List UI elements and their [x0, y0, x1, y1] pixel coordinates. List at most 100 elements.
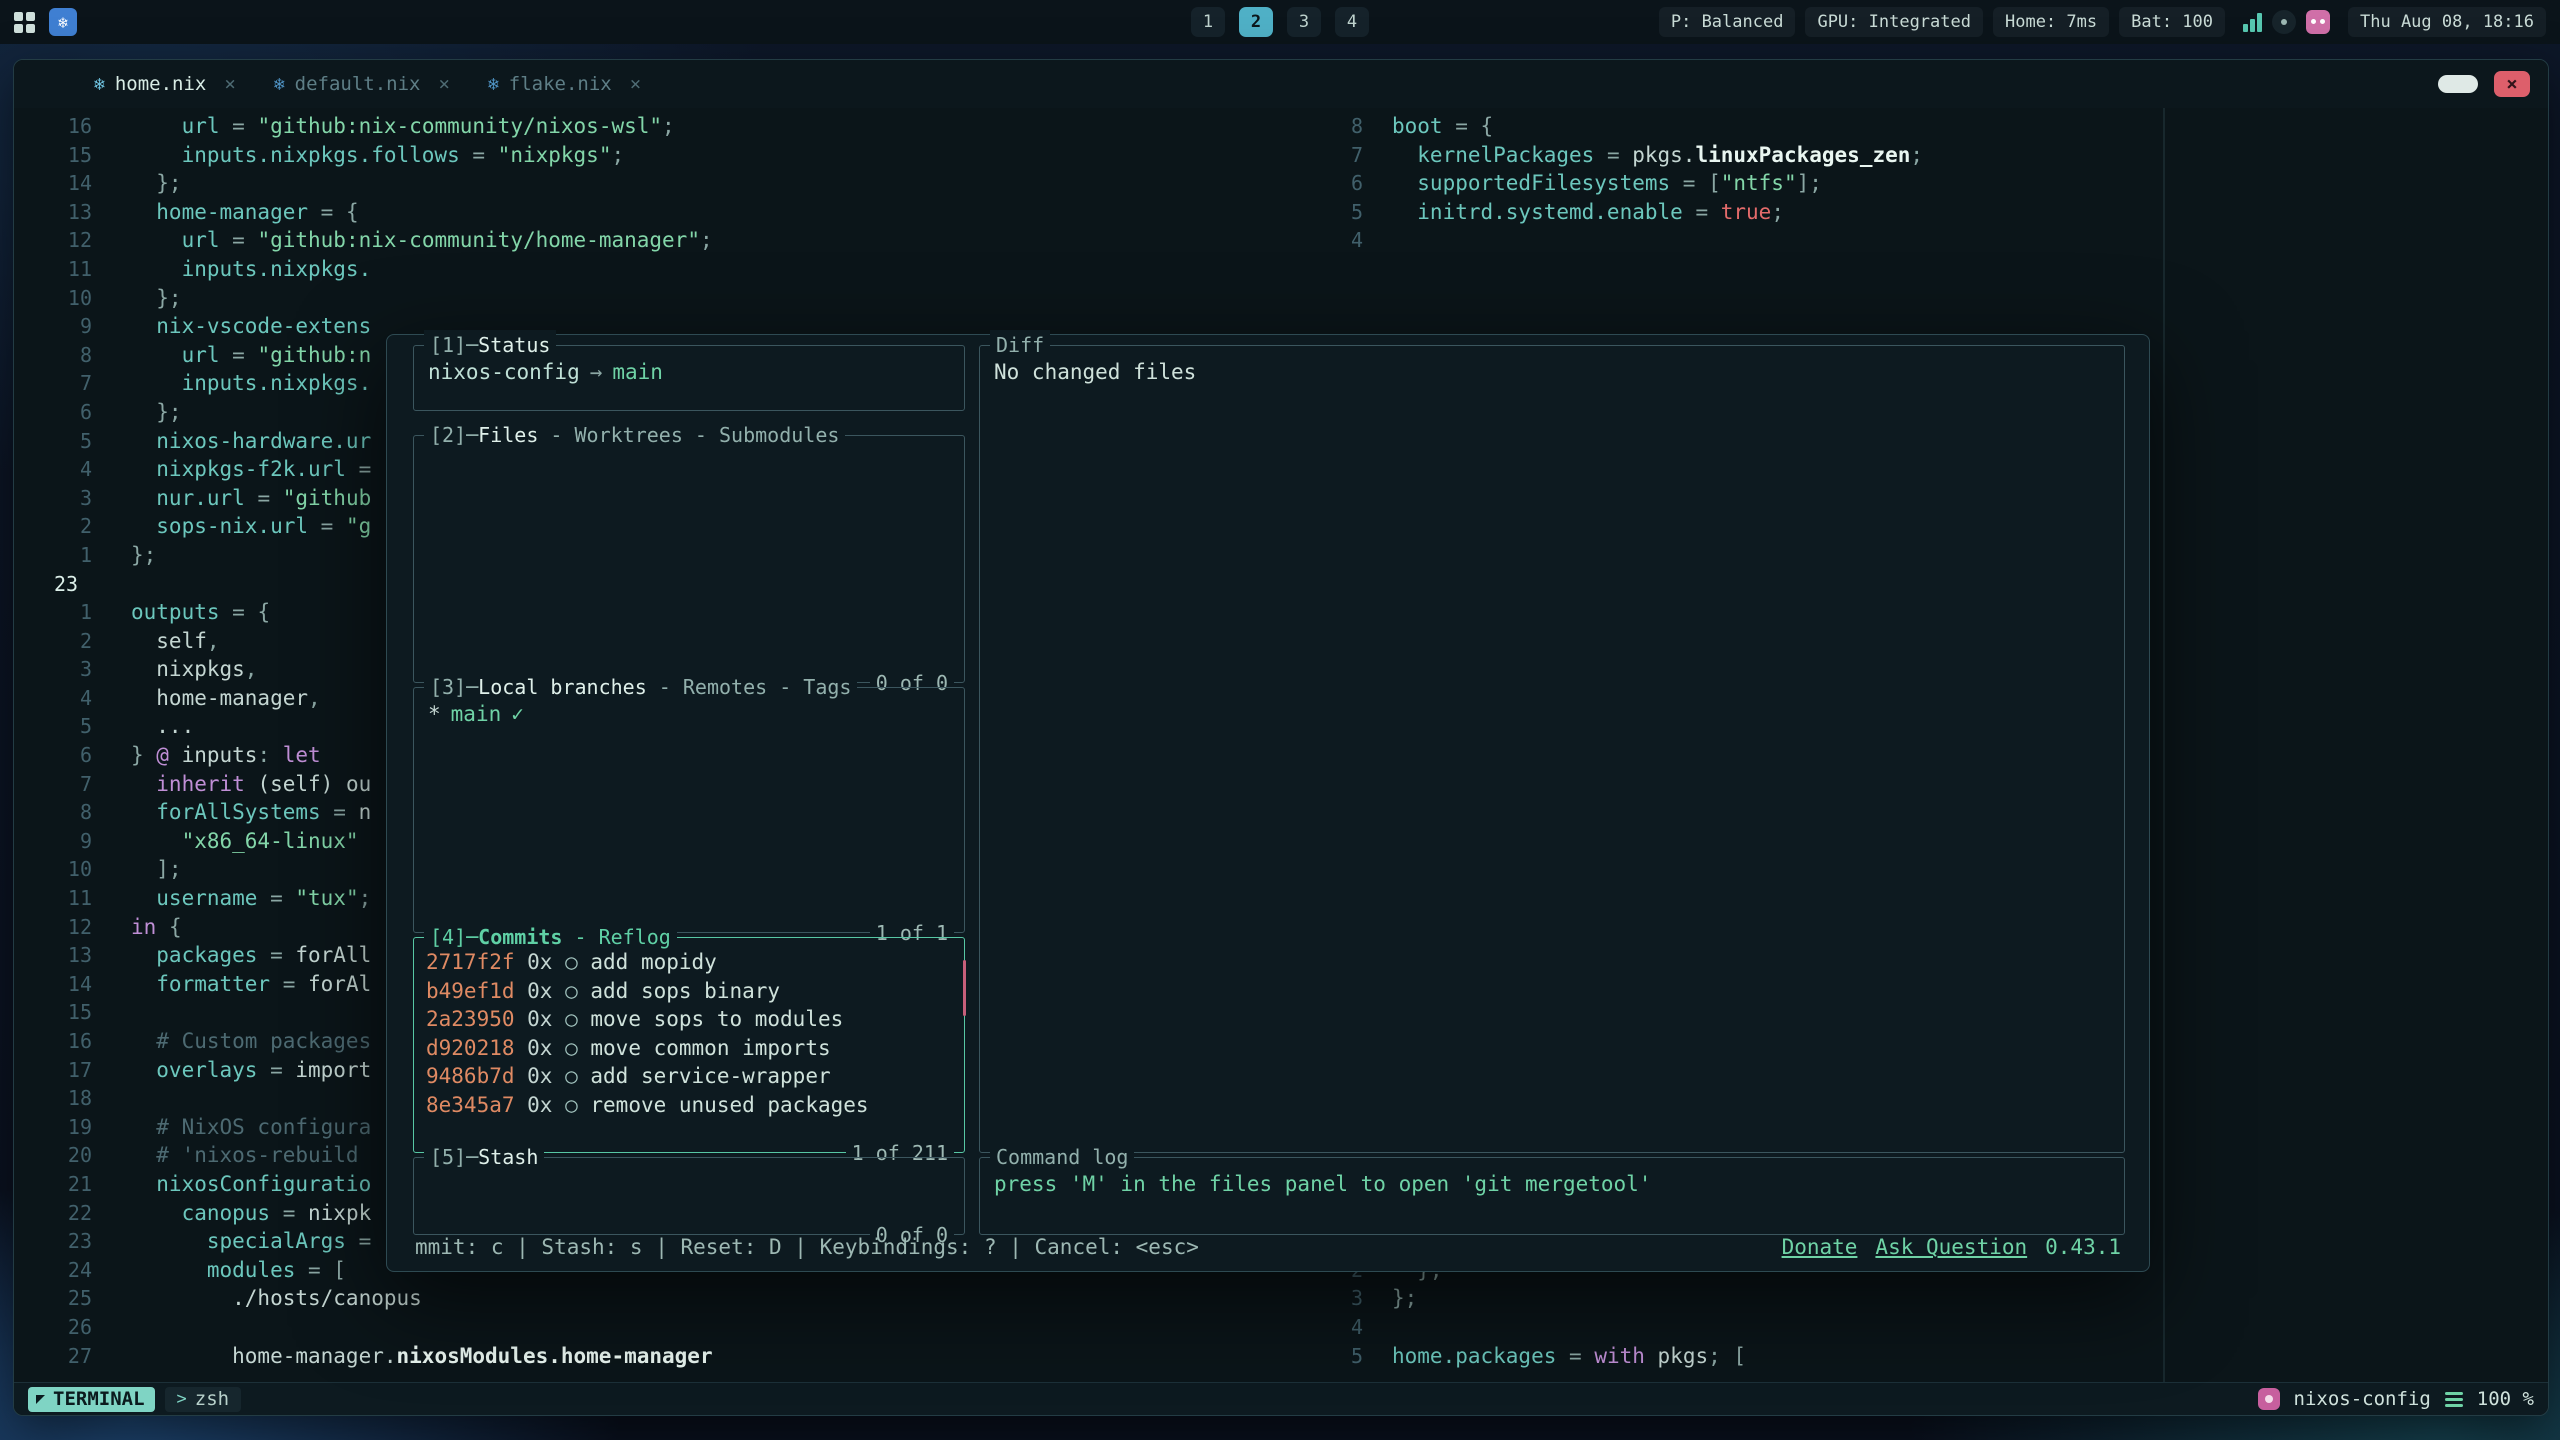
mode-indicator[interactable]: TERMINAL [28, 1387, 155, 1412]
code-line: 14 }; [54, 169, 1304, 198]
code-token: ; [611, 143, 624, 167]
commit-field: 8e345a7 [426, 1093, 515, 1117]
code-text: url = "github:nix-community/home-manager… [131, 226, 713, 255]
code-token: n [359, 800, 372, 824]
code-token: nix-vscode-extens [131, 314, 371, 338]
commit-row[interactable]: b49ef1d 0x ○ add sops binary [426, 977, 952, 1006]
link[interactable]: Donate [1782, 1235, 1858, 1259]
lazygit-files-panel[interactable]: [2]─Files - Worktrees - Submodules 0 of … [413, 435, 965, 683]
tab-close-icon[interactable]: × [224, 73, 235, 95]
commit-row[interactable]: d920218 0x ○ move common imports [426, 1034, 952, 1063]
status-segment: P: Balanced [1659, 7, 1796, 37]
line-number: 21 [54, 1170, 92, 1199]
code-text: inputs.nixpkgs. [131, 369, 371, 398]
tray-icon[interactable] [2272, 10, 2296, 34]
commit-row[interactable]: 2717f2f 0x ○ add mopidy [426, 948, 952, 977]
code-line: 5 initrd.systemd.enable = true; [1338, 198, 2548, 227]
code-token: ; [1771, 200, 1784, 224]
panel-title: Command log [990, 1142, 1134, 1172]
code-token: , [245, 657, 258, 681]
commit-row[interactable]: 9486b7d 0x ○ add service-wrapper [426, 1062, 952, 1091]
commit-field: ○ [552, 1007, 590, 1031]
code-token: (self) ou [245, 772, 371, 796]
commit-row[interactable]: 2a23950 0x ○ move sops to modules [426, 1005, 952, 1034]
line-number: 12 [54, 226, 92, 255]
close-button[interactable]: × [2494, 71, 2530, 97]
code-token: = [1683, 200, 1721, 224]
tab-close-icon[interactable]: × [630, 73, 641, 95]
panel-title-text: Command log [996, 1145, 1128, 1169]
code-token: # 'nixos-rebuild [131, 1143, 359, 1167]
lazygit-branches-panel[interactable]: [3]─Local branches - Remotes - Tags *mai… [413, 687, 965, 933]
code-token: = [220, 228, 258, 252]
line-number: 8 [54, 341, 92, 370]
code-text: username = "tux"; [131, 884, 371, 913]
line-number: 12 [54, 913, 92, 942]
code-token: import [295, 1058, 371, 1082]
code-token: { [156, 915, 181, 939]
line-number: 20 [54, 1141, 92, 1170]
workspace-button[interactable]: 4 [1335, 7, 1369, 37]
code-token: # Custom packages [131, 1029, 371, 1053]
commit-field: ○ [552, 1036, 590, 1060]
code-line: 25 ./hosts/canopus [54, 1284, 1304, 1313]
code-text: boot = { [1392, 112, 1493, 141]
code-text: home-manager, [131, 684, 321, 713]
line-number: 10 [54, 855, 92, 884]
code-text: url = "github:n [131, 341, 371, 370]
code-token: ... [131, 714, 194, 738]
session-name: nixos-config [2294, 1388, 2431, 1410]
palette-icon[interactable] [2306, 10, 2330, 34]
editor-tab[interactable]: ❄default.nix× [274, 73, 450, 95]
code-text: overlays = import [131, 1056, 371, 1085]
editor-tab[interactable]: ❄flake.nix× [488, 73, 641, 95]
code-text: forAllSystems = n [131, 798, 371, 827]
scrollbar-thumb[interactable] [963, 960, 966, 1016]
workspace-button[interactable]: 1 [1191, 7, 1225, 37]
code-token: # NixOS configura [131, 1115, 371, 1139]
code-token: in [131, 915, 156, 939]
shell-tab[interactable]: > zsh [165, 1387, 242, 1412]
editor-tab[interactable]: ❄home.nix× [94, 73, 236, 95]
code-text: modules = [ [131, 1256, 346, 1285]
code-token: nixos-hardware.ur [131, 429, 371, 453]
workspace-button[interactable]: 3 [1287, 7, 1321, 37]
nix-logo-icon: ❄ [58, 13, 68, 32]
line-number: 17 [54, 1056, 92, 1085]
lazygit-status-panel[interactable]: [1]─Status nixos-config→main [413, 345, 965, 411]
branch-name: main [451, 702, 502, 726]
code-text: # 'nixos-rebuild [131, 1141, 359, 1170]
code-text: # NixOS configura [131, 1113, 371, 1142]
code-text: sops-nix.url = "g [131, 512, 371, 541]
code-text: nixpkgs, [131, 655, 257, 684]
apps-grid-icon[interactable] [14, 12, 35, 33]
panel-title-text: Status [478, 333, 550, 357]
link[interactable]: Ask Question [1875, 1235, 2027, 1259]
command-log-message: press 'M' in the files panel to open 'gi… [994, 1172, 1651, 1196]
tab-close-icon[interactable]: × [439, 73, 450, 95]
layout-icon[interactable] [2445, 1392, 2463, 1407]
layout-toggle[interactable] [2438, 75, 2478, 93]
lazygit-command-log-panel[interactable]: Command log press 'M' in the files panel… [979, 1157, 2125, 1235]
code-token: "x86_64-linux" [131, 829, 359, 853]
launcher-icon[interactable]: ❄ [49, 8, 77, 36]
line-number: 13 [54, 941, 92, 970]
lazygit-stash-panel[interactable]: [5]─Stash 0 of 0 [413, 1157, 965, 1235]
line-number: 3 [54, 484, 92, 513]
line-number: 27 [54, 1342, 92, 1371]
lazygit-commits-panel[interactable]: [4]─Commits - Reflog 2717f2f 0x ○ add mo… [413, 937, 965, 1153]
line-number: 4 [54, 455, 92, 484]
code-token: "ntfs" [1721, 171, 1797, 195]
keybindings-hint: mmit: c | Stash: s | Reset: D | Keybindi… [415, 1235, 1199, 1259]
lazygit-diff-panel[interactable]: Diff No changed files [979, 345, 2125, 1153]
code-line [1338, 284, 2548, 313]
lazygit-bottom-bar: mmit: c | Stash: s | Reset: D | Keybindi… [415, 1235, 2121, 1259]
code-token: ; [662, 114, 675, 138]
commit-row[interactable]: 8e345a7 0x ○ remove unused packages [426, 1091, 952, 1120]
code-text: ]; [131, 855, 182, 884]
status-segments: P: BalancedGPU: IntegratedHome: 7msBat: … [1659, 7, 2225, 37]
panel-title-text: [3]─ [430, 675, 478, 699]
workspace-button[interactable]: 2 [1239, 7, 1273, 37]
line-number: 25 [54, 1284, 92, 1313]
network-icon[interactable] [2243, 12, 2262, 32]
